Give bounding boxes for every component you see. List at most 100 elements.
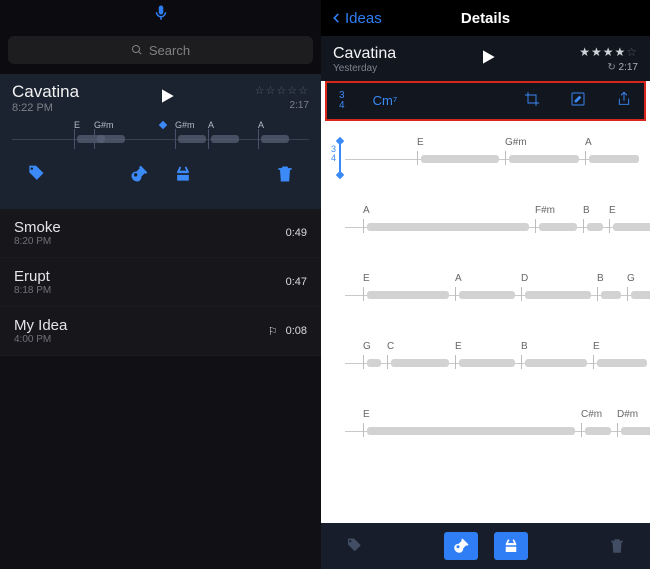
play-icon — [478, 47, 498, 67]
search-input[interactable]: Search — [8, 36, 313, 64]
back-label: Ideas — [345, 10, 382, 27]
selected-song-tools — [12, 154, 309, 199]
score-chord-label: E — [455, 341, 462, 352]
list-item-duration: 0:49 — [286, 227, 307, 239]
score-chord-label: E — [593, 341, 600, 352]
trash-button[interactable] — [275, 164, 295, 189]
trash-icon — [608, 537, 626, 555]
back-button[interactable]: Ideas — [329, 0, 382, 36]
score-chord-label: A — [363, 205, 370, 216]
score-area[interactable]: 34 E G#m A A F#m B E E A D B G G C E B E E C#m D#m — [321, 121, 650, 523]
share-icon — [616, 91, 632, 107]
highlight-box: 3 4 Cm⁷ — [325, 81, 646, 121]
score-chord-label: A — [455, 273, 462, 284]
selected-song-header: Cavatina 8:22 PM ☆☆☆☆☆ 2:17 — [12, 82, 309, 114]
mic-bar — [0, 0, 321, 30]
list-item[interactable]: My Idea4:00 PM ⚐ 0:08 — [0, 307, 321, 356]
score-chord-label: D#m — [617, 409, 638, 420]
guitar-button[interactable] — [129, 164, 149, 189]
detail-title: Cavatina — [333, 45, 396, 63]
guitar-icon — [452, 537, 470, 555]
trash-icon — [275, 164, 295, 184]
score-chord-label: D — [521, 273, 528, 284]
detail-play-button[interactable] — [478, 47, 498, 72]
playhead-marker[interactable] — [159, 121, 167, 129]
score-row: A F#m B E — [331, 195, 640, 255]
play-icon — [157, 86, 177, 106]
search-icon — [131, 44, 143, 56]
nav-bar: Ideas Details — [321, 0, 650, 36]
score-time-signature: 34 — [331, 145, 336, 163]
score-row: 34 E G#m A — [331, 127, 640, 187]
score-row: EADBG — [331, 263, 640, 323]
score-chord-label: B — [597, 273, 604, 284]
selected-song-card[interactable]: Cavatina 8:22 PM ☆☆☆☆☆ 2:17 EG#mG#mAA — [0, 74, 321, 209]
chord-toolbar: 3 4 Cm⁷ — [327, 83, 644, 119]
detail-header: Cavatina Yesterday ★★★★☆ ↻ 2:17 — [321, 36, 650, 81]
drums-icon — [502, 537, 520, 555]
list-item-duration: 0:08 — [286, 325, 307, 337]
time-signature-button[interactable]: 3 4 — [339, 91, 345, 111]
score-chord-label: E — [609, 205, 616, 216]
waveform-chord-label: G#m — [175, 120, 195, 130]
tag-icon — [345, 537, 363, 555]
trim-button[interactable] — [524, 91, 540, 110]
selected-song-duration: 2:17 — [255, 99, 309, 112]
tag-button[interactable] — [26, 164, 46, 189]
score-chord-label: G — [363, 341, 371, 352]
bottom-toolbar — [321, 523, 650, 569]
waveform-strip[interactable]: EG#mG#mAA — [12, 124, 309, 154]
selected-song-time: 8:22 PM — [12, 102, 79, 114]
drums-button[interactable] — [173, 164, 193, 189]
ideas-list-panel: Search Cavatina 8:22 PM ☆☆☆☆☆ 2:17 EG#mG… — [0, 0, 321, 569]
score-chord-label: E — [363, 409, 370, 420]
drums-button-bottom[interactable] — [494, 532, 528, 560]
rating-stars[interactable]: ☆☆☆☆☆ — [255, 84, 309, 98]
score-chord-label: C — [387, 341, 394, 352]
score-chord-label: G#m — [505, 137, 527, 148]
tag-button-bottom[interactable] — [337, 532, 371, 560]
score-chord-label: C#m — [581, 409, 602, 420]
search-container: Search — [0, 30, 321, 74]
list-item-duration: 0:47 — [286, 276, 307, 288]
details-panel: Ideas Details Cavatina Yesterday ★★★★☆ ↻… — [321, 0, 650, 569]
score-chord-label: B — [521, 341, 528, 352]
list-item[interactable]: Smoke8:20 PM 0:49 — [0, 209, 321, 258]
trash-button-bottom[interactable] — [600, 532, 634, 560]
list-item[interactable]: Erupt8:18 PM 0:47 — [0, 258, 321, 307]
tag-icon — [26, 164, 46, 184]
score-row: E C#m D#m — [331, 399, 640, 459]
guitar-icon — [129, 164, 149, 184]
chevron-left-icon — [329, 11, 343, 25]
song-list: Smoke8:20 PM 0:49 Erupt8:18 PM 0:47 My Idea4… — [0, 209, 321, 356]
list-item-title: My Idea — [14, 317, 67, 334]
list-item-title: Erupt — [14, 268, 51, 285]
score-chord-label: F#m — [535, 205, 555, 216]
detail-duration: 2:17 — [619, 62, 638, 73]
guitar-button-bottom[interactable] — [444, 532, 478, 560]
crop-icon — [524, 91, 540, 107]
score-chord-label: G — [627, 273, 635, 284]
detail-rating-stars[interactable]: ★★★★☆ — [579, 44, 638, 61]
list-item-time: 8:20 PM — [14, 236, 61, 247]
edit-icon — [570, 91, 586, 107]
share-button[interactable] — [616, 91, 632, 110]
play-button[interactable] — [157, 86, 177, 111]
list-item-time: 8:18 PM — [14, 285, 51, 296]
score-chord-label: B — [583, 205, 590, 216]
detail-subtitle: Yesterday — [333, 63, 396, 74]
flag-icon: ⚐ — [268, 325, 278, 338]
score-row: GCEBE — [331, 331, 640, 391]
selected-song-title: Cavatina — [12, 82, 79, 102]
edit-button[interactable] — [570, 91, 586, 110]
microphone-icon[interactable] — [152, 4, 170, 27]
chord-label-button[interactable]: Cm⁷ — [373, 93, 398, 108]
list-item-time: 4:00 PM — [14, 334, 67, 345]
drums-icon — [173, 164, 193, 184]
search-placeholder: Search — [149, 43, 190, 58]
score-chord-label: A — [585, 137, 592, 148]
score-chord-label: E — [363, 273, 370, 284]
score-chord-label: E — [417, 137, 424, 148]
list-item-title: Smoke — [14, 219, 61, 236]
nav-title: Details — [461, 10, 510, 27]
